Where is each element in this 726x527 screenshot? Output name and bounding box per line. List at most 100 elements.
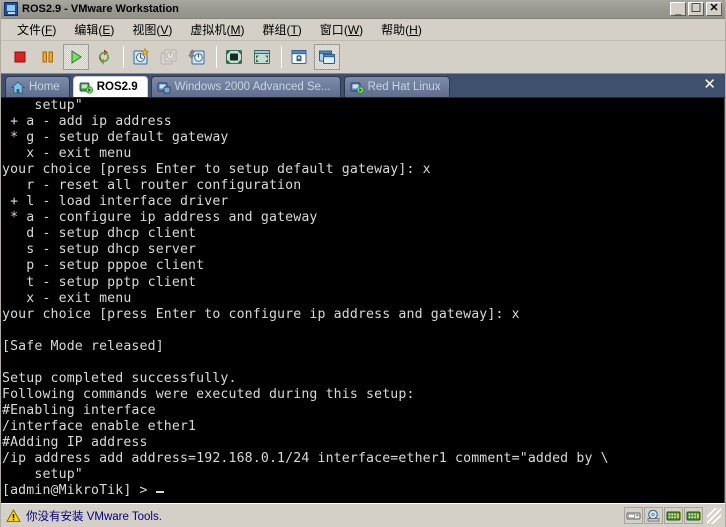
minimize-button[interactable]: _ (670, 2, 686, 16)
fullscreen-icon (226, 50, 242, 64)
floppy-glyph (626, 512, 641, 519)
cdrom-glyph (647, 509, 660, 521)
menu-view-label: 视图 (132, 23, 157, 37)
toolbar-separator-3 (281, 46, 282, 68)
terminal-line: /ip address add address=192.168.0.1/24 i… (2, 451, 609, 467)
tab-red-hat-linux[interactable]: Red Hat Linux (343, 76, 451, 97)
summary-view-button[interactable] (286, 44, 312, 70)
power-on-button[interactable] (63, 44, 89, 70)
quick-switch-button[interactable] (249, 44, 275, 70)
menu-help-accel: H (409, 23, 418, 37)
maximize-button[interactable]: ☐ (688, 2, 704, 16)
take-snapshot-icon (133, 47, 150, 65)
terminal-line: d - setup dhcp client (2, 226, 197, 242)
terminal-line: /interface enable ether1 (2, 418, 197, 434)
home-icon (11, 80, 25, 93)
window-title: ROS2.9 - VMware Workstation (22, 3, 179, 15)
terminal-line: t - setup pptp client (2, 274, 197, 290)
network-adapter-1-icon[interactable] (664, 507, 683, 524)
terminal-line: [Safe Mode released] (2, 338, 164, 354)
vm-powered-on-icon (350, 82, 364, 94)
menu-help[interactable]: 帮助(H) (372, 19, 431, 40)
close-button[interactable]: ✕ (706, 2, 722, 16)
terminal-line: p - setup pppoe client (2, 258, 205, 274)
minimize-glyph: _ (674, 4, 682, 16)
terminal-line: #Adding IP address (2, 434, 148, 450)
menu-edit[interactable]: 编辑(E) (65, 19, 123, 40)
snapshot-button[interactable] (128, 44, 154, 70)
terminal-output: setup" + a - add ip address * g - setup … (1, 98, 724, 499)
terminal-line: s - setup dhcp server (2, 242, 197, 258)
status-bar: 你没有安装 VMware Tools. (1, 503, 725, 527)
reset-button[interactable] (91, 44, 117, 70)
menu-window[interactable]: 窗口(W) (311, 19, 372, 40)
menu-window-label: 窗口 (319, 23, 344, 37)
revert-snapshot-button (156, 44, 182, 70)
vm-tab-bar: Home ROS2.9 Windows 2000 Advanced Se... (1, 74, 725, 98)
vmware-app-icon (4, 2, 18, 16)
terminal-line: setup" (2, 467, 83, 483)
toolbar (1, 41, 725, 74)
terminal-line: Following commands were executed during … (2, 386, 415, 402)
menu-edit-accel: E (102, 23, 111, 37)
terminal-line: Setup completed successfully. (2, 370, 237, 386)
terminal-line: #Enabling interface (2, 402, 156, 418)
menu-file[interactable]: 文件(F) (8, 19, 65, 40)
menu-team[interactable]: 群组(T) (253, 19, 310, 40)
terminal-prompt: [admin@MikroTik] > (2, 483, 156, 499)
window-controls: _ ☐ ✕ (670, 2, 723, 16)
close-glyph: ✕ (709, 2, 719, 14)
vm-console-screen[interactable]: setup" + a - add ip address * g - setup … (1, 98, 725, 503)
vmware-workstation-window: ROS2.9 - VMware Workstation _ ☐ ✕ 文件(F) … (0, 0, 726, 527)
fullscreen-button[interactable] (221, 44, 247, 70)
terminal-line: setup" (2, 98, 83, 113)
close-tab-button[interactable]: ✕ (703, 77, 716, 92)
menu-window-accel: W (347, 23, 360, 37)
menu-view-accel: V (160, 23, 169, 37)
terminal-line: x - exit menu (2, 290, 132, 306)
maximize-glyph: ☐ (690, 1, 702, 15)
resize-grip[interactable] (707, 507, 721, 524)
menu-vm-label: 虚拟机 (190, 23, 227, 37)
floppy-device-icon[interactable] (624, 507, 643, 524)
menu-vm[interactable]: 虚拟机(M) (181, 19, 253, 40)
suspend-button[interactable] (35, 44, 61, 70)
terminal-line: + l - load interface driver (2, 194, 229, 210)
terminal-line: * g - setup default gateway (2, 130, 229, 146)
tab-windows-2000-advanced-server[interactable]: Windows 2000 Advanced Se... (150, 76, 341, 97)
menu-team-label: 群组 (262, 23, 287, 37)
play-triangle-icon (71, 50, 82, 64)
tab-ros29[interactable]: ROS2.9 (72, 76, 148, 97)
tab-windows-2000-label: Windows 2000 Advanced Se... (174, 81, 331, 93)
tab-home[interactable]: Home (5, 76, 70, 97)
terminal-line: r - reset all router configuration (2, 178, 302, 194)
terminal-line: + a - add ip address (2, 114, 172, 130)
menu-vm-accel: M (230, 23, 241, 37)
reset-arrows-icon (99, 49, 109, 65)
menu-edit-label: 编辑 (74, 23, 99, 37)
menu-bar: 文件(F) 编辑(E) 视图(V) 虚拟机(M) 群组(T) 窗口(W) 帮助(… (1, 19, 725, 41)
terminal-prompt-line: [admin@MikroTik] > (2, 483, 724, 499)
tab-home-label: Home (29, 81, 60, 93)
terminal-line: your choice [press Enter to configure ip… (2, 306, 520, 322)
summary-view-icon (291, 50, 307, 64)
cdrom-device-icon[interactable] (644, 507, 663, 524)
stop-square-icon (14, 51, 26, 63)
tab-red-hat-linux-label: Red Hat Linux (367, 81, 441, 93)
menu-file-accel: F (45, 23, 53, 37)
device-status-icons (624, 507, 723, 524)
menu-view[interactable]: 视图(V) (123, 19, 181, 40)
vm-powered-on-icon (79, 82, 93, 94)
status-message: 你没有安装 VMware Tools. (26, 510, 162, 523)
title-bar: ROS2.9 - VMware Workstation _ ☐ ✕ (1, 0, 725, 19)
toolbar-separator-1 (123, 46, 124, 68)
console-view-button[interactable] (314, 44, 340, 70)
snapshot-manager-icon (188, 49, 205, 65)
power-off-button[interactable] (7, 44, 33, 70)
toolbar-separator-2 (216, 46, 217, 68)
network-adapter-glyph (666, 511, 681, 520)
snapshot-manager-button[interactable] (184, 44, 210, 70)
network-adapter-2-icon[interactable] (684, 507, 703, 524)
